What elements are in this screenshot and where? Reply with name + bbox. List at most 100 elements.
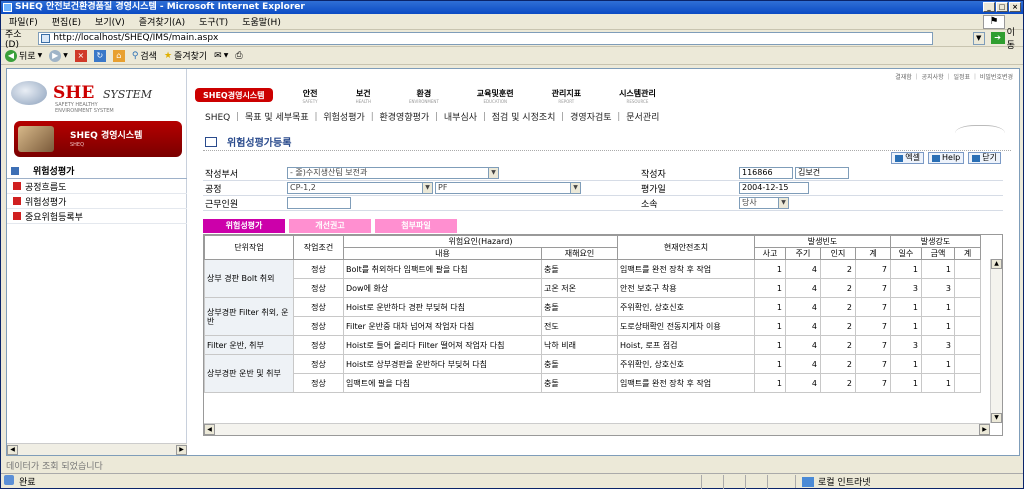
bullet-icon [13, 197, 21, 205]
belong-select[interactable]: 당사 ▼ [739, 197, 789, 209]
cell-frequency: 7 [855, 278, 891, 298]
sidebar-item-risk-assessment[interactable]: 위험성평가 [7, 194, 187, 209]
table-row[interactable]: 정상 임팩트에 팔을 다침 충돌 임팩트를 완전 장착 후 작업 1 4 2 7 1 1 [205, 373, 981, 393]
header-f-accident: 사고 [754, 247, 786, 260]
table-row[interactable]: 정상 Dow에 화상 고온 저온 안전 보호구 착용 1 4 2 7 3 3 [205, 278, 981, 298]
author-id-field[interactable]: 116866 [739, 167, 793, 179]
address-dropdown-icon[interactable]: ▼ [972, 31, 985, 45]
cell-frequency: 7 [855, 354, 891, 374]
go-arrow-icon: ➔ [990, 32, 1005, 44]
back-label: 뒤로 [19, 52, 36, 62]
menu-edit[interactable]: 편집(E) [52, 15, 81, 28]
back-button[interactable]: ◀ 뒤로 ▼ [5, 49, 42, 62]
table-row[interactable]: 상부경판 Filter 취외, 운반 정상 Hoist로 운반하다 경판 부딪혀 다… [204, 297, 981, 336]
cell-frequency: 7 [855, 335, 891, 355]
cell-frequency: 2 [820, 259, 856, 279]
chevron-down-icon: ▼ [778, 198, 788, 208]
stop-button[interactable]: × [74, 49, 87, 62]
tab-risk-assessment[interactable]: 위험성평가 [203, 219, 285, 233]
sidebar-item-process-flow[interactable]: 공정흐름도 [7, 179, 187, 194]
menu-view[interactable]: 보기(V) [95, 15, 125, 28]
main-content: 결재함 ｜ 공지사항 ｜ 일정표 ｜ 비밀번호변경 SHEQ경영시스템 안전 SA… [191, 69, 1019, 455]
mail-button[interactable]: ✉ ▼ [214, 51, 228, 61]
browser-window: SHEQ 안전보건환경품질 경영시스템 - Microsoft Internet… [0, 0, 1024, 489]
close-window-button[interactable]: × [1009, 2, 1021, 12]
bullet-icon [13, 182, 21, 190]
excel-button[interactable]: 엑셀 [891, 152, 925, 164]
forward-button[interactable]: ▶ ▼ [49, 49, 68, 62]
table-row[interactable]: 상부경판 운반 및 취부 정상 Hoist로 상부경판을 운반하다 부딪혀 다침 충돌… [204, 354, 981, 393]
cell-measure: Hoist, 로프 점검 [617, 335, 755, 355]
close-button[interactable]: 닫기 [968, 152, 1001, 164]
header-condition: 작업조건 [293, 235, 344, 260]
header-frequency: 발생빈도 [754, 235, 891, 248]
gnb-safety[interactable]: 안전 SAFETY [303, 88, 318, 104]
home-button[interactable]: ⌂ [112, 49, 125, 62]
menu-favorites[interactable]: 즐겨찾기(A) [139, 15, 185, 28]
belong-value: 당사 [742, 198, 757, 207]
scroll-right-icon[interactable]: ▶ [176, 445, 187, 455]
page-title: 위험성평가등록 [205, 134, 291, 149]
author-name-field[interactable]: 김보건 [795, 167, 849, 179]
scroll-left-icon[interactable]: ◀ [7, 445, 18, 455]
header-s-total: 계 [954, 247, 981, 260]
help-button[interactable]: Help [928, 152, 965, 164]
cell-content: Filter 운반중 대차 넘어져 작업자 다침 [343, 316, 542, 336]
print-button[interactable]: ⎙ [235, 51, 242, 61]
search-icon: ⚲ [131, 50, 139, 61]
menu-help[interactable]: 도움말(H) [242, 15, 281, 28]
table-row[interactable]: 상부 경판 Bolt 취외 정상 Bolt를 취외하다 임팩트에 팔을 다침 충돌 임팩… [204, 259, 981, 298]
header-content: 내용 [343, 247, 542, 260]
refresh-button[interactable]: ↻ [93, 49, 106, 62]
cell-frequency: 1 [754, 297, 786, 317]
scroll-up-icon[interactable]: ▲ [991, 259, 1002, 269]
process-select[interactable]: CP-1,2 ▼ [287, 182, 433, 194]
gnb-report[interactable]: 관리지표 REPORT [552, 88, 581, 104]
scroll-right-icon[interactable]: ▶ [979, 424, 990, 435]
cell-severity: 1 [890, 259, 922, 279]
gnb-environment[interactable]: 환경 ENVIRONMENT [409, 88, 439, 104]
cell-content: Hoist로 운반하다 경판 부딪혀 다침 [343, 297, 542, 317]
assessment-form: 작성부서 - 줄)수지생산팀 보전과 ▼ 작성자 116866 김보건 공정 CP… [203, 166, 1003, 211]
address-input[interactable]: http://localhost/SHEQ/IMS/main.aspx [38, 31, 933, 45]
sidebar-item-critical-risk-register[interactable]: 중요위험등록부 [7, 209, 187, 224]
folder-icon [11, 166, 19, 175]
cell-measure: 임팩트를 완전 장착 후 작업 [617, 373, 755, 393]
tab-attachments[interactable]: 첨부파일 [375, 219, 457, 233]
globe-logo-icon [11, 81, 47, 105]
search-button[interactable]: ⚲ 검색 [131, 49, 157, 63]
dept-select[interactable]: - 줄)수지생산팀 보전과 ▼ [287, 167, 499, 179]
address-bar: 주소(D) http://localhost/SHEQ/IMS/main.asp… [1, 28, 1023, 51]
address-url: http://localhost/SHEQ/IMS/main.aspx [53, 32, 219, 43]
left-horizontal-scrollbar[interactable]: ◀ ▶ [7, 443, 187, 455]
table-row[interactable]: 정상 Filter 운반중 대차 넘어져 작업자 다침 전도 도로상태확인 전동지게차… [205, 316, 981, 336]
favorites-button[interactable]: ★ 즐겨찾기 [164, 49, 207, 63]
gnb-health[interactable]: 보건 HEALTH [356, 88, 371, 104]
gnb-sheq-system[interactable]: SHEQ경영시스템 [195, 88, 273, 102]
gnb-system-admin[interactable]: 시스템관리 RESOURCE [619, 88, 656, 104]
tab-improvement[interactable]: 개선권고 [289, 219, 371, 233]
menu-tools[interactable]: 도구(T) [199, 15, 228, 28]
scroll-down-icon[interactable]: ▼ [991, 413, 1002, 423]
date-field[interactable]: 2004-12-15 [739, 182, 809, 194]
subprocess-select[interactable]: PF ▼ [435, 182, 581, 194]
excel-label: 엑셀 [905, 153, 921, 162]
gnb-education[interactable]: 교육및훈련 EDUCATION [477, 88, 514, 104]
vertical-scrollbar[interactable]: ▲ ▼ [990, 259, 1002, 423]
belong-label: 소속 [641, 199, 658, 210]
cell-frequency: 2 [820, 354, 856, 374]
cell-frequency: 2 [820, 297, 856, 317]
gnb-label: 환경 [416, 89, 432, 98]
table-row[interactable]: Filter 운반, 취부 정상 Hoist로 들어 올리다 Filter 떨어져 … [204, 335, 981, 355]
minimize-button[interactable]: _ [983, 2, 995, 12]
maximize-button[interactable]: □ [996, 2, 1008, 12]
top-utility-links[interactable]: 결재함 ｜ 공지사항 ｜ 일정표 ｜ 비밀번호변경 [895, 72, 1013, 81]
workers-field[interactable] [287, 197, 351, 209]
divider [203, 150, 1011, 151]
scroll-left-icon[interactable]: ◀ [204, 424, 215, 435]
sub-nav[interactable]: SHEQ ｜ 목표 및 세부목표 ｜ 위험성평가 ｜ 환경영향평가 ｜ 내부심사… [205, 110, 659, 123]
stop-icon: × [74, 49, 87, 62]
sheq-banner: SHEQ 경영시스템 SHEQ [14, 121, 182, 157]
gnb-sublabel: ENVIRONMENT [409, 99, 439, 104]
horizontal-scrollbar[interactable]: ◀ ▶ [204, 423, 990, 435]
